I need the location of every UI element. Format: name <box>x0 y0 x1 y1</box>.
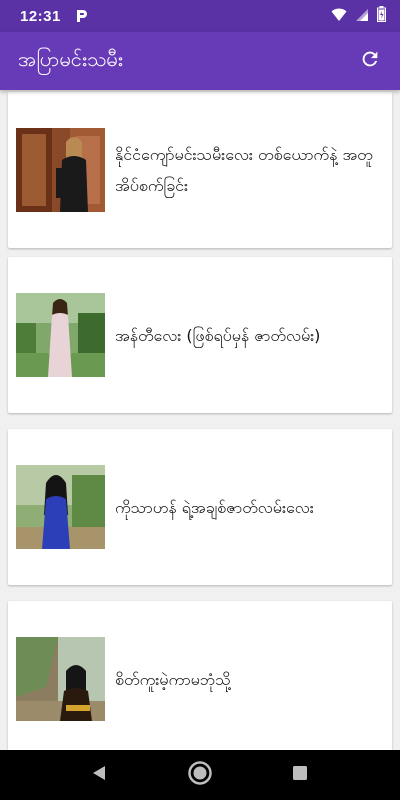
wifi-icon <box>331 7 347 26</box>
home-button[interactable] <box>170 750 230 800</box>
article-title: စိတ်ကူးမဲ့ကာမဘုံသို့ <box>115 669 231 689</box>
article-card[interactable]: နိုင်ငံကျော်မင်းသမီးလေး တစ်ယောက်နဲ့ အတူအ… <box>8 92 392 248</box>
nav-bar <box>0 750 400 800</box>
p-app-icon <box>75 8 89 24</box>
article-thumbnail <box>16 293 105 377</box>
article-title: နိုင်ငံကျော်မင်းသမီးလေး တစ်ယောက်နဲ့ အတူအ… <box>115 145 373 195</box>
article-thumbnail <box>16 637 105 721</box>
home-icon <box>187 760 213 790</box>
app-bar: အပြာမင်းသမီး <box>0 32 400 90</box>
article-card[interactable]: ကိုသာဟန် ရဲ့အချစ်ဇာတ်လမ်းလေး <box>8 429 392 585</box>
back-button[interactable] <box>69 750 129 800</box>
article-list[interactable]: နိုင်ငံကျော်မင်းသမီးလေး တစ်ယောက်နဲ့ အတူအ… <box>0 90 400 750</box>
article-thumbnail <box>16 128 105 212</box>
article-card[interactable]: စိတ်ကူးမဲ့ကာမဘုံသို့ <box>8 601 392 750</box>
refresh-button[interactable] <box>356 47 384 75</box>
article-thumbnail <box>16 465 105 549</box>
signal-icon <box>355 7 369 26</box>
recents-button[interactable] <box>270 750 330 800</box>
status-icons <box>331 6 386 26</box>
article-title: အန်တီလေး (ဖြစ်ရပ်မှန် ဇာတ်လမ်း) <box>115 325 321 345</box>
article-card[interactable]: အန်တီလေး (ဖြစ်ရပ်မှန် ဇာတ်လမ်း) <box>8 257 392 413</box>
battery-icon <box>377 6 386 26</box>
status-time: 12:31 <box>20 7 61 25</box>
status-bar: 12:31 <box>0 0 400 32</box>
refresh-icon <box>359 48 381 74</box>
article-title: ကိုသာဟန် ရဲ့အချစ်ဇာတ်လမ်းလေး <box>115 497 314 517</box>
recents-icon <box>292 765 308 785</box>
app-title: အပြာမင်းသမီး <box>18 47 123 71</box>
back-icon <box>91 765 107 785</box>
